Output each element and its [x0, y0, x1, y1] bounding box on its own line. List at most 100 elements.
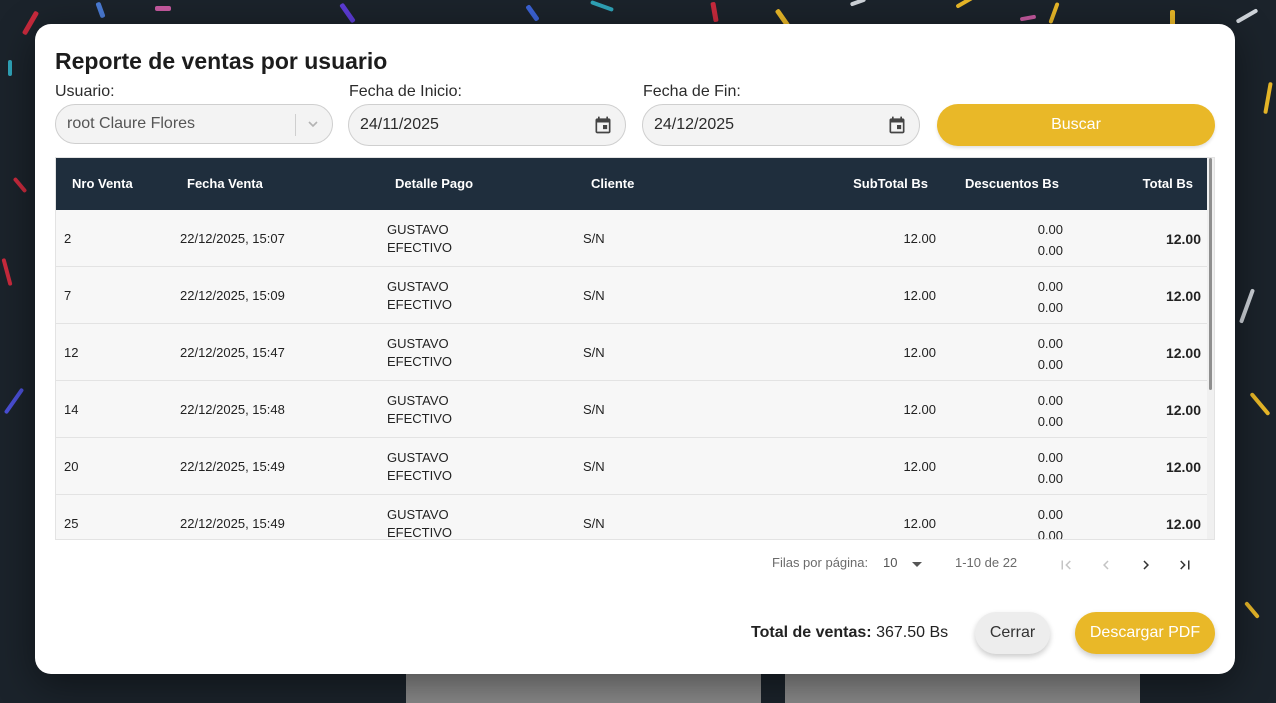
cell-fecha: 22/12/2025, 15:48 [180, 402, 285, 417]
cell-detalle-method: EFECTIVO [387, 525, 453, 540]
usuario-value: root Claure Flores [67, 115, 196, 132]
cell-nro: 2 [64, 231, 72, 246]
cell-subtotal: 12.00 [903, 345, 936, 360]
table-row[interactable]: 12 22/12/2025, 15:47 GUSTAVO EFECTIVO S/… [56, 324, 1209, 381]
cell-detalle-method: EFECTIVO [387, 354, 453, 369]
cell-total: 12.00 [1165, 516, 1201, 532]
fecha-fin-input[interactable]: 24/12/2025 [642, 104, 920, 146]
usuario-select[interactable]: root Claure Flores [55, 104, 333, 144]
fecha-inicio-value: 24/11/2025 [360, 116, 439, 133]
header-total[interactable]: Total Bs [1143, 176, 1193, 191]
header-nro-venta[interactable]: Nro Venta [72, 176, 133, 191]
cell-cliente: S/N [583, 288, 605, 303]
fecha-fin-label: Fecha de Fin: [643, 83, 741, 100]
modal-title: Reporte de ventas por usuario [55, 48, 388, 74]
cell-fecha: 22/12/2025, 15:49 [180, 459, 285, 474]
cell-total: 12.00 [1165, 402, 1201, 418]
cell-subtotal: 12.00 [903, 516, 936, 531]
fecha-inicio-input[interactable]: 24/11/2025 [348, 104, 626, 146]
cell-cliente: S/N [583, 402, 605, 417]
rows-per-page-select[interactable]: 10 [883, 555, 897, 579]
cell-detalle-method: EFECTIVO [387, 411, 453, 426]
cell-detalle-user: GUSTAVO [387, 507, 449, 522]
cell-descuento-b: 0.00 [1037, 243, 1063, 258]
rows-per-page-caret-icon[interactable] [912, 562, 922, 567]
select-separator [295, 114, 296, 136]
cell-detalle-method: EFECTIVO [387, 297, 453, 312]
table-row[interactable]: 2 22/12/2025, 15:07 GUSTAVO EFECTIVO S/N… [56, 210, 1209, 267]
cell-descuento-b: 0.00 [1037, 471, 1063, 486]
cell-nro: 7 [64, 288, 72, 303]
calendar-icon[interactable] [887, 115, 907, 135]
cell-cliente: S/N [583, 231, 605, 246]
pagination-range: 1-10 de 22 [955, 555, 1018, 570]
cell-total: 12.00 [1165, 231, 1201, 247]
sales-report-modal: Reporte de ventas por usuario Usuario: r… [35, 24, 1235, 674]
usuario-label: Usuario: [55, 83, 115, 100]
chevron-down-icon[interactable] [306, 117, 320, 131]
cell-nro: 14 [64, 402, 79, 417]
buscar-button[interactable]: Buscar [937, 104, 1215, 146]
descargar-pdf-button[interactable]: Descargar PDF [1075, 612, 1215, 654]
cell-cliente: S/N [583, 345, 605, 360]
cell-descuento-a: 0.00 [1037, 450, 1063, 465]
header-detalle-pago[interactable]: Detalle Pago [395, 176, 473, 191]
table-row[interactable]: 20 22/12/2025, 15:49 GUSTAVO EFECTIVO S/… [56, 438, 1209, 495]
cell-fecha: 22/12/2025, 15:47 [180, 345, 285, 360]
table-row[interactable]: 25 22/12/2025, 15:49 GUSTAVO EFECTIVO S/… [56, 495, 1209, 540]
table-body: 2 22/12/2025, 15:07 GUSTAVO EFECTIVO S/N… [56, 210, 1209, 540]
cerrar-button[interactable]: Cerrar [975, 612, 1050, 654]
cell-descuento-a: 0.00 [1037, 336, 1063, 351]
cell-fecha: 22/12/2025, 15:07 [180, 231, 285, 246]
cell-detalle-user: GUSTAVO [387, 222, 449, 237]
cell-fecha: 22/12/2025, 15:09 [180, 288, 285, 303]
first-page-icon[interactable] [1057, 556, 1075, 574]
total-ventas: Total de ventas: 367.50 Bs [751, 624, 948, 642]
table-scrollbar[interactable] [1207, 158, 1214, 539]
cell-nro: 25 [64, 516, 79, 531]
total-ventas-value: 367.50 Bs [876, 624, 949, 641]
cell-subtotal: 12.00 [903, 402, 936, 417]
total-ventas-label: Total de ventas: [751, 624, 872, 641]
cell-subtotal: 12.00 [903, 231, 936, 246]
cell-detalle-method: EFECTIVO [387, 240, 453, 255]
cell-cliente: S/N [583, 459, 605, 474]
cell-detalle-user: GUSTAVO [387, 393, 449, 408]
cell-fecha: 22/12/2025, 15:49 [180, 516, 285, 531]
calendar-icon[interactable] [593, 115, 613, 135]
table-row[interactable]: 14 22/12/2025, 15:48 GUSTAVO EFECTIVO S/… [56, 381, 1209, 438]
cell-total: 12.00 [1165, 345, 1201, 361]
cell-subtotal: 12.00 [903, 288, 936, 303]
header-descuentos[interactable]: Descuentos Bs [965, 176, 1059, 191]
cell-detalle-method: EFECTIVO [387, 468, 453, 483]
table-row[interactable]: 7 22/12/2025, 15:09 GUSTAVO EFECTIVO S/N… [56, 267, 1209, 324]
cell-descuento-a: 0.00 [1037, 222, 1063, 237]
fecha-fin-value: 24/12/2025 [654, 116, 735, 133]
cell-total: 12.00 [1165, 459, 1201, 475]
header-subtotal[interactable]: SubTotal Bs [853, 176, 928, 191]
cell-descuento-a: 0.00 [1037, 507, 1063, 522]
cell-detalle-user: GUSTAVO [387, 336, 449, 351]
rows-per-page-label: Filas por página: [772, 555, 869, 570]
chevron-left-icon[interactable] [1097, 556, 1115, 574]
cell-nro: 20 [64, 459, 79, 474]
header-fecha-venta[interactable]: Fecha Venta [187, 176, 263, 191]
cell-subtotal: 12.00 [903, 459, 936, 474]
cell-nro: 12 [64, 345, 79, 360]
chevron-right-icon[interactable] [1137, 556, 1155, 574]
header-cliente[interactable]: Cliente [591, 176, 634, 191]
cell-cliente: S/N [583, 516, 605, 531]
cell-total: 12.00 [1165, 288, 1201, 304]
cell-descuento-a: 0.00 [1037, 393, 1063, 408]
cell-detalle-user: GUSTAVO [387, 450, 449, 465]
cell-descuento-b: 0.00 [1037, 414, 1063, 429]
sales-table: Nro Venta Fecha Venta Detalle Pago Clien… [55, 157, 1215, 540]
cell-descuento-b: 0.00 [1037, 528, 1063, 540]
fecha-inicio-label: Fecha de Inicio: [349, 83, 462, 100]
cell-descuento-b: 0.00 [1037, 300, 1063, 315]
table-header: Nro Venta Fecha Venta Detalle Pago Clien… [56, 158, 1209, 210]
scrollbar-thumb[interactable] [1209, 158, 1212, 390]
cell-detalle-user: GUSTAVO [387, 279, 449, 294]
last-page-icon[interactable] [1176, 556, 1194, 574]
cell-descuento-b: 0.00 [1037, 357, 1063, 372]
